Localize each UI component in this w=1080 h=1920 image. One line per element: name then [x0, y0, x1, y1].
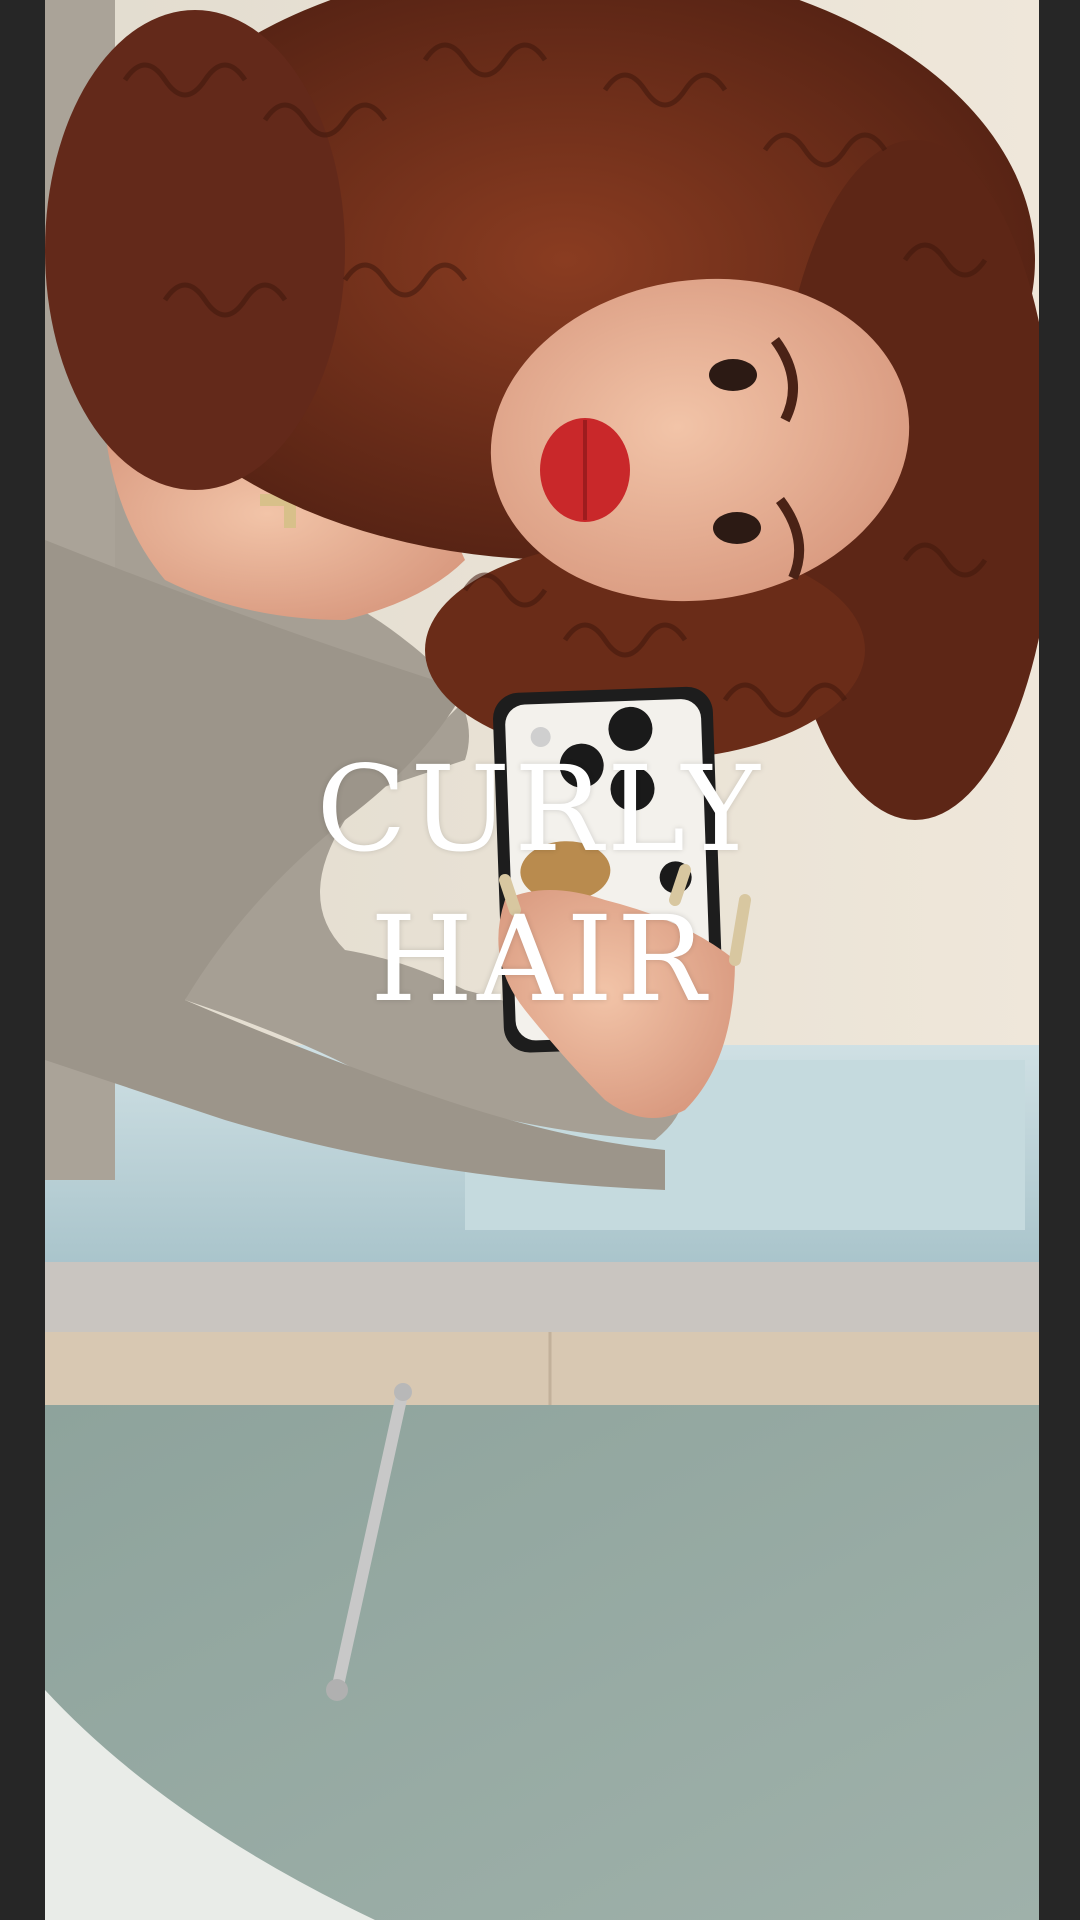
- video-frame: CURLY HAIR: [0, 0, 1080, 1920]
- tub-rim: [45, 1262, 1039, 1332]
- eye-lower: [713, 512, 761, 544]
- caption-line-1: CURLY: [316, 740, 764, 878]
- tile-strip: [45, 1332, 1039, 1410]
- caption-line-2: HAIR: [370, 890, 710, 1028]
- eye-upper: [709, 359, 757, 391]
